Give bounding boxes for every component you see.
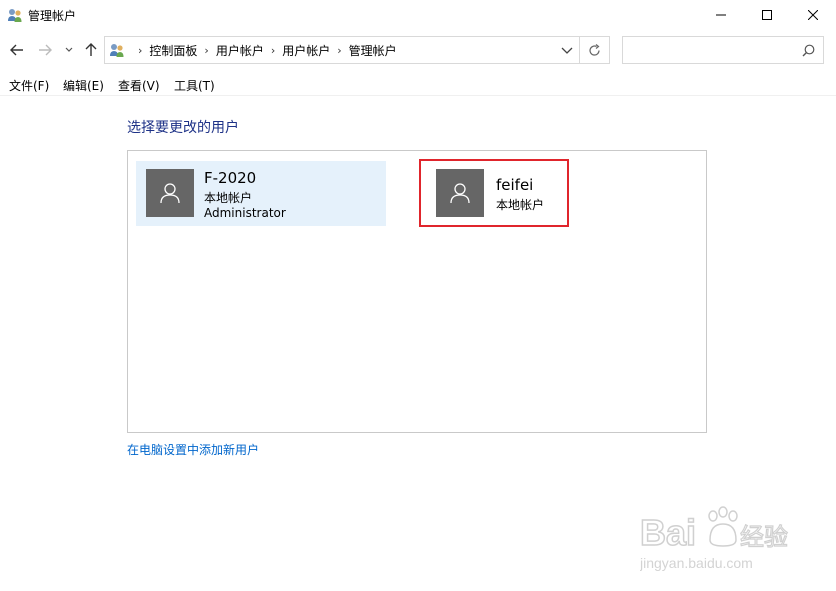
svg-text:jingyan.baidu.com: jingyan.baidu.com [640, 555, 753, 571]
window-title: 管理帐户 [28, 9, 77, 23]
forward-button[interactable] [34, 39, 56, 61]
avatar [146, 169, 194, 217]
user-accounts-icon [110, 44, 124, 57]
minimize-button[interactable] [698, 0, 744, 30]
maximize-icon [762, 10, 772, 20]
user-name: feifei [496, 176, 534, 194]
title-bar: 管理帐户 [0, 0, 836, 30]
chevron-right-icon[interactable]: › [271, 44, 275, 57]
up-button[interactable] [80, 39, 102, 61]
menu-view[interactable]: 查看(V) [118, 77, 160, 94]
back-button[interactable] [6, 39, 28, 61]
avatar [436, 169, 484, 217]
manage-accounts-window: 管理帐户 › 控制面板 › 用户帐户 › 用户帐户 › 管理帐户 文件(F) 编… [0, 0, 836, 591]
menu-bar: 文件(F) 编辑(E) 查看(V) 工具(T) [0, 74, 836, 96]
add-new-user-link[interactable]: 在电脑设置中添加新用户 [127, 441, 259, 458]
user-name: F-2020 [204, 169, 257, 187]
search-box[interactable] [622, 36, 824, 64]
search-icon [802, 44, 815, 57]
user-account-type: 本地帐户 [496, 198, 545, 212]
recent-locations-button[interactable] [61, 39, 77, 61]
user-accounts-icon [8, 9, 22, 22]
breadcrumb-item-user-accounts[interactable]: 用户帐户 [216, 42, 264, 59]
page-heading: 选择要更改的用户 [127, 120, 239, 136]
arrow-up-icon [85, 43, 97, 56]
breadcrumb-item-manage-accounts[interactable]: 管理帐户 [349, 42, 397, 59]
address-bar[interactable]: › 控制面板 › 用户帐户 › 用户帐户 › 管理帐户 [104, 36, 580, 64]
chevron-down-icon [65, 47, 73, 52]
menu-file[interactable]: 文件(F) [9, 77, 49, 94]
close-icon [808, 10, 818, 20]
user-account-type: 本地帐户 [204, 191, 253, 205]
chevron-down-icon[interactable] [561, 44, 573, 56]
user-tile-feifei[interactable]: feifei 本地帐户 [419, 159, 569, 227]
breadcrumb-item-control-panel[interactable]: 控制面板 [149, 42, 197, 59]
svg-text:Bai: Bai [640, 512, 696, 553]
user-icon [450, 183, 470, 204]
breadcrumb-item-user-accounts-sub[interactable]: 用户帐户 [282, 42, 330, 59]
menu-edit[interactable]: 编辑(E) [63, 77, 104, 94]
chevron-right-icon: › [138, 43, 143, 57]
search-input[interactable] [627, 40, 796, 62]
refresh-button[interactable] [580, 36, 610, 64]
user-icon [160, 183, 180, 204]
navigation-bar: › 控制面板 › 用户帐户 › 用户帐户 › 管理帐户 [0, 34, 836, 66]
user-tile-f-2020[interactable]: F-2020 本地帐户 Administrator [136, 161, 386, 226]
maximize-button[interactable] [744, 0, 790, 30]
menu-tools[interactable]: 工具(T) [174, 77, 215, 94]
minimize-icon [716, 14, 726, 16]
arrow-right-icon [39, 44, 52, 56]
user-list-panel: F-2020 本地帐户 Administrator feifei 本地帐户 [127, 150, 707, 433]
close-button[interactable] [790, 0, 836, 30]
chevron-right-icon[interactable]: › [337, 44, 341, 57]
arrow-left-icon [10, 44, 23, 56]
chevron-right-icon[interactable]: › [204, 44, 208, 57]
user-role: Administrator [204, 206, 286, 220]
svg-text:经验: 经验 [740, 523, 788, 551]
baidu-jingyan-watermark: Bai 经验 jingyan.baidu.com [640, 506, 789, 571]
breadcrumb: › 控制面板 › 用户帐户 › 用户帐户 › 管理帐户 [131, 37, 397, 63]
refresh-icon [589, 43, 600, 56]
